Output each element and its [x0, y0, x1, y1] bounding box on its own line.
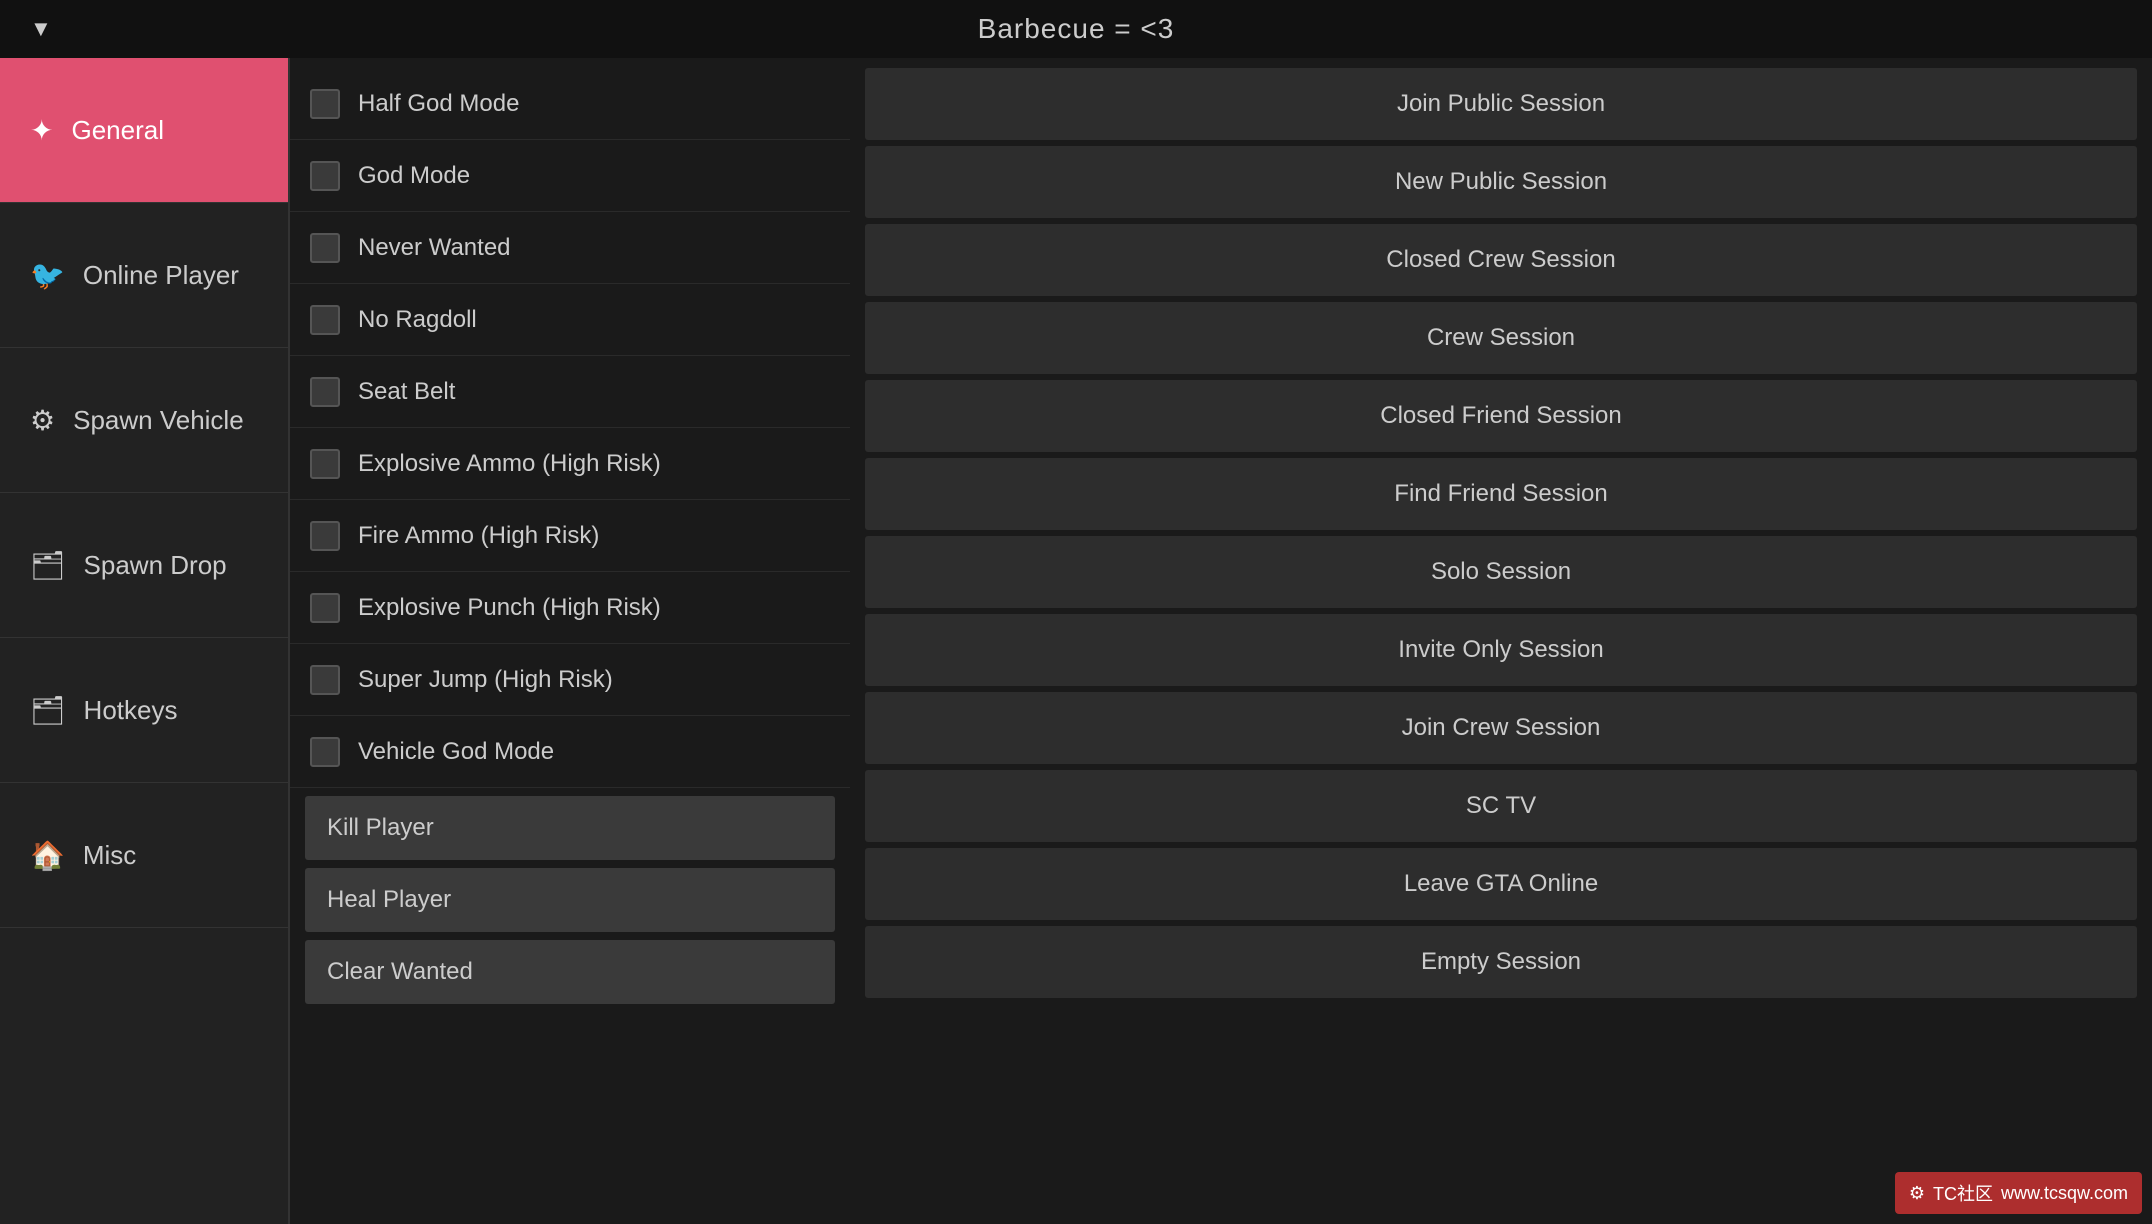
- clear-wanted-button[interactable]: Clear Wanted: [305, 940, 835, 1004]
- empty-session-button[interactable]: Empty Session: [865, 926, 2137, 998]
- sidebar-label-misc: Misc: [83, 840, 136, 871]
- toggle-explosive-ammo[interactable]: [310, 449, 340, 479]
- closed-crew-session-button[interactable]: Closed Crew Session: [865, 224, 2137, 296]
- toggle-label-super-jump: Super Jump (High Risk): [358, 666, 613, 694]
- toggle-vehicle-god-mode[interactable]: [310, 737, 340, 767]
- watermark-logo: ⚙: [1909, 1183, 1925, 1204]
- sidebar-label-general: General: [71, 115, 164, 146]
- sidebar-label-online-player: Online Player: [83, 260, 239, 291]
- right-panel: Join Public Session New Public Session C…: [850, 58, 2152, 1224]
- toggle-label-seat-belt: Seat Belt: [358, 378, 455, 406]
- toggle-row-seat-belt: Seat Belt: [290, 356, 850, 428]
- gear-icon: ✦: [30, 114, 53, 147]
- toggle-label-half-god-mode: Half God Mode: [358, 90, 519, 118]
- heal-player-button[interactable]: Heal Player: [305, 868, 835, 932]
- toggle-row-god-mode: God Mode: [290, 140, 850, 212]
- toggle-row-explosive-punch: Explosive Punch (High Risk): [290, 572, 850, 644]
- toggle-label-never-wanted: Never Wanted: [358, 234, 511, 262]
- bird-icon: 🐦: [30, 259, 65, 292]
- toggle-row-vehicle-god-mode: Vehicle God Mode: [290, 716, 850, 788]
- spawn-vehicle-icon: ⚙: [30, 404, 55, 437]
- toggle-super-jump[interactable]: [310, 665, 340, 695]
- toggle-god-mode[interactable]: [310, 161, 340, 191]
- hotkeys-icon: 🗂: [30, 694, 66, 727]
- solo-session-button[interactable]: Solo Session: [865, 536, 2137, 608]
- toggle-row-fire-ammo: Fire Ammo (High Risk): [290, 500, 850, 572]
- toggle-label-fire-ammo: Fire Ammo (High Risk): [358, 522, 599, 550]
- app-title: Barbecue = <3: [978, 13, 1175, 45]
- new-public-session-button[interactable]: New Public Session: [865, 146, 2137, 218]
- sidebar-item-spawn-vehicle[interactable]: ⚙ Spawn Vehicle: [0, 348, 288, 493]
- toggle-row-explosive-ammo: Explosive Ammo (High Risk): [290, 428, 850, 500]
- crew-session-button[interactable]: Crew Session: [865, 302, 2137, 374]
- join-crew-session-button[interactable]: Join Crew Session: [865, 692, 2137, 764]
- content-area: Half God Mode God Mode Never Wanted No R…: [290, 58, 2152, 1224]
- toggle-never-wanted[interactable]: [310, 233, 340, 263]
- dropdown-arrow-icon[interactable]: ▼: [30, 16, 52, 42]
- toggle-fire-ammo[interactable]: [310, 521, 340, 551]
- sidebar-label-hotkeys: Hotkeys: [84, 695, 178, 726]
- misc-icon: 🏠: [30, 839, 65, 872]
- left-panel: Half God Mode God Mode Never Wanted No R…: [290, 58, 850, 1224]
- sidebar-item-general[interactable]: ✦ General: [0, 58, 288, 203]
- sidebar-label-spawn-drop: Spawn Drop: [84, 550, 227, 581]
- toggle-label-explosive-ammo: Explosive Ammo (High Risk): [358, 450, 661, 478]
- toggle-seat-belt[interactable]: [310, 377, 340, 407]
- toggle-row-half-god-mode: Half God Mode: [290, 68, 850, 140]
- sidebar-item-spawn-drop[interactable]: 🗂 Spawn Drop: [0, 493, 288, 638]
- toggle-row-super-jump: Super Jump (High Risk): [290, 644, 850, 716]
- toggle-label-explosive-punch: Explosive Punch (High Risk): [358, 594, 661, 622]
- watermark: ⚙ TC社区 www.tcsqw.com: [1895, 1172, 2142, 1214]
- sidebar-item-online-player[interactable]: 🐦 Online Player: [0, 203, 288, 348]
- toggle-no-ragdoll[interactable]: [310, 305, 340, 335]
- spawn-drop-icon: 🗂: [30, 549, 66, 582]
- join-public-session-button[interactable]: Join Public Session: [865, 68, 2137, 140]
- invite-only-session-button[interactable]: Invite Only Session: [865, 614, 2137, 686]
- find-friend-session-button[interactable]: Find Friend Session: [865, 458, 2137, 530]
- toggle-row-no-ragdoll: No Ragdoll: [290, 284, 850, 356]
- watermark-url: www.tcsqw.com: [2001, 1183, 2128, 1204]
- closed-friend-session-button[interactable]: Closed Friend Session: [865, 380, 2137, 452]
- sidebar-item-hotkeys[interactable]: 🗂 Hotkeys: [0, 638, 288, 783]
- toggle-label-god-mode: God Mode: [358, 162, 470, 190]
- toggle-half-god-mode[interactable]: [310, 89, 340, 119]
- toggle-label-vehicle-god-mode: Vehicle God Mode: [358, 738, 554, 766]
- toggle-explosive-punch[interactable]: [310, 593, 340, 623]
- kill-player-button[interactable]: Kill Player: [305, 796, 835, 860]
- toggle-row-never-wanted: Never Wanted: [290, 212, 850, 284]
- watermark-community: TC社区: [1933, 1180, 1993, 1206]
- sc-tv-button[interactable]: SC TV: [865, 770, 2137, 842]
- leave-gta-online-button[interactable]: Leave GTA Online: [865, 848, 2137, 920]
- sidebar-item-misc[interactable]: 🏠 Misc: [0, 783, 288, 928]
- main-layout: ✦ General 🐦 Online Player ⚙ Spawn Vehicl…: [0, 58, 2152, 1224]
- sidebar-label-spawn-vehicle: Spawn Vehicle: [73, 405, 244, 436]
- sidebar: ✦ General 🐦 Online Player ⚙ Spawn Vehicl…: [0, 58, 290, 1224]
- top-bar: ▼ Barbecue = <3: [0, 0, 2152, 58]
- toggle-label-no-ragdoll: No Ragdoll: [358, 306, 477, 334]
